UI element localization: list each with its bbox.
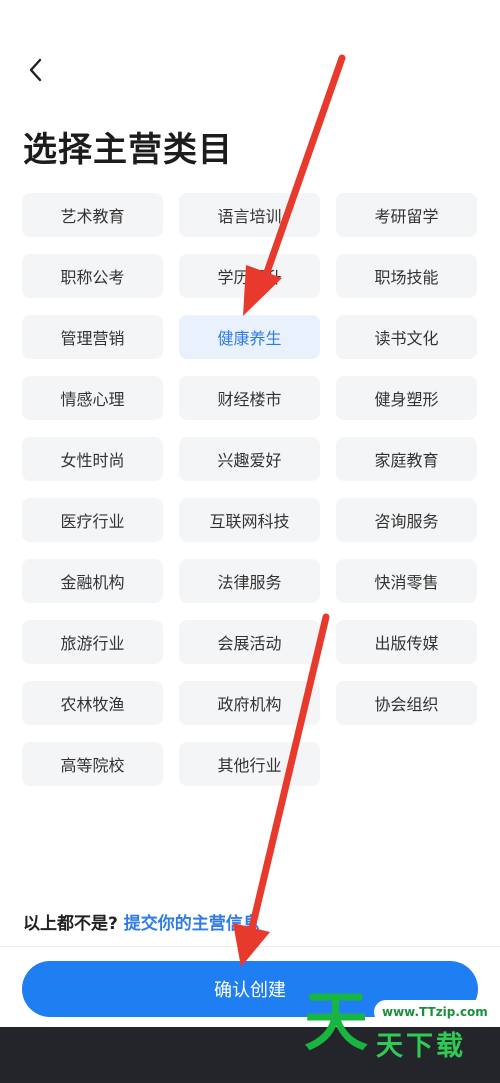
category-chip[interactable]: 女性时尚	[22, 437, 163, 481]
category-chip[interactable]: 学历提升	[179, 254, 320, 298]
category-chip[interactable]: 出版传媒	[336, 620, 477, 664]
category-chip[interactable]: 情感心理	[22, 376, 163, 420]
watermark-text: 天下载	[376, 1031, 466, 1062]
category-chip[interactable]: 职称公考	[22, 254, 163, 298]
footer-question: 以上都不是?	[23, 914, 118, 934]
category-grid: 艺术教育 语言培训 考研留学职称公考 学历提升 职场技能管理营销 健康养生 读书文化情感心理…	[22, 193, 478, 786]
category-chip[interactable]: 农林牧渔	[22, 681, 163, 725]
category-chip[interactable]: 读书文化	[336, 315, 477, 359]
submit-business-info-link[interactable]: 提交你的主营信息	[124, 914, 260, 934]
category-chip[interactable]: 政府机构	[179, 681, 320, 725]
category-chip[interactable]: 兴趣爱好	[179, 437, 320, 481]
category-chip[interactable]: 管理营销	[22, 315, 163, 359]
category-chip[interactable]: 考研留学	[336, 193, 477, 237]
divider	[0, 946, 500, 947]
category-chip[interactable]: 会展活动	[179, 620, 320, 664]
category-chip[interactable]: 金融机构	[22, 559, 163, 603]
watermark-logo: 天 www.TTzip.com 天下载	[300, 985, 500, 1083]
watermark-url: www.TTzip.com	[374, 1000, 496, 1024]
back-button[interactable]	[18, 52, 54, 88]
category-chip[interactable]: 医疗行业	[22, 498, 163, 542]
category-chip[interactable]: 旅游行业	[22, 620, 163, 664]
category-chip[interactable]: 快消零售	[336, 559, 477, 603]
category-chip[interactable]: 高等院校	[22, 742, 163, 786]
category-chip[interactable]: 财经楼市	[179, 376, 320, 420]
watermark-big-char: 天	[304, 986, 368, 1060]
category-chip[interactable]: 健康养生	[179, 315, 320, 359]
footer-hint: 以上都不是? 提交你的主营信息	[23, 910, 260, 938]
category-chip[interactable]: 互联网科技	[179, 498, 320, 542]
category-chip[interactable]: 职场技能	[336, 254, 477, 298]
category-chip[interactable]: 咨询服务	[336, 498, 477, 542]
category-chip[interactable]: 法律服务	[179, 559, 320, 603]
category-chip[interactable]: 协会组织	[336, 681, 477, 725]
category-chip[interactable]: 语言培训	[179, 193, 320, 237]
category-chip[interactable]: 健身塑形	[336, 376, 477, 420]
category-chip[interactable]: 艺术教育	[22, 193, 163, 237]
category-chip[interactable]: 家庭教育	[336, 437, 477, 481]
chevron-left-icon	[29, 58, 42, 82]
page-title: 选择主营类目	[23, 130, 233, 170]
category-chip[interactable]: 其他行业	[179, 742, 320, 786]
